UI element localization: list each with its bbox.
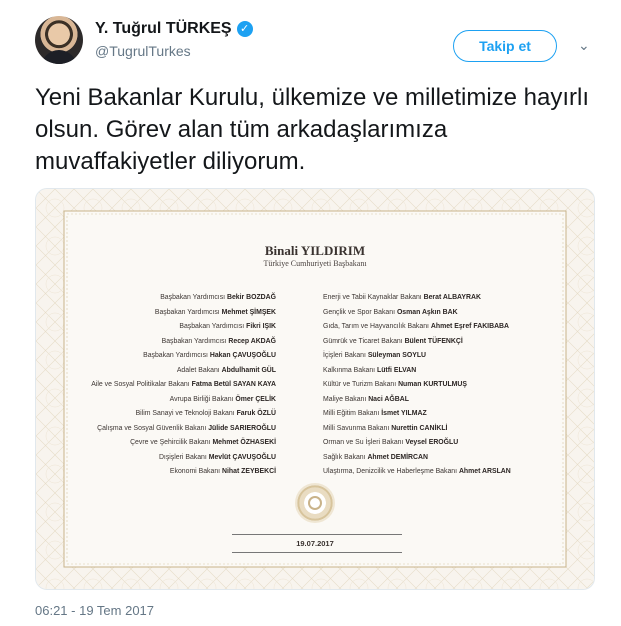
profile-name-row[interactable]: Y. Tuğrul TÜRKEŞ ✓: [95, 20, 253, 38]
minister-row: Adalet Bakanı Abdulhamit GÜL: [176, 366, 276, 374]
minister-row: Gıda, Tarım ve Hayvancılık Bakanı Ahmet …: [323, 323, 509, 330]
minister-row: İçişleri Bakanı Süleyman SOYLU: [323, 352, 427, 359]
certificate-title: Binali YILDIRIM: [264, 243, 366, 258]
minister-row: Gümrük ve Ticaret Bakanı Bülent TÜFENKÇİ: [323, 337, 463, 345]
profile-avatar[interactable]: [35, 16, 83, 64]
minister-row: Başbakan Yardımcısı Recep AKDAĞ: [161, 337, 276, 345]
signature-line: [232, 534, 402, 535]
avatar-suit: [41, 50, 77, 64]
minister-row: Çalışma ve Sosyal Güvenlik Bakanı Jülide…: [97, 424, 276, 432]
minister-row: Avrupa Birliği Bakanı Ömer ÇELİK: [169, 395, 276, 403]
tweet-image-card[interactable]: Binali YILDIRIM Türkiye Cumhuriyeti Başb…: [35, 188, 595, 590]
minister-row: Enerji ve Tabii Kaynaklar Bakanı Berat A…: [323, 294, 481, 301]
minister-row: Milli Savunma Bakanı Nurettin CANİKLİ: [323, 424, 448, 432]
signature-line: [232, 552, 402, 553]
minister-row: Orman ve Su İşleri Bakanı Veysel EROĞLU: [323, 439, 459, 446]
minister-row: Milli Eğitim Bakanı İsmet YILMAZ: [323, 410, 427, 417]
minister-list-right: Enerji ve Tabii Kaynaklar Bakanı Berat A…: [323, 291, 511, 480]
minister-row: Aile ve Sosyal Politikalar Bakanı Fatma …: [91, 381, 276, 388]
minister-list-left: Başbakan Yardımcısı Bekir BOZDAĞ Başbaka…: [91, 291, 276, 480]
minister-row: Kalkınma Bakanı Lütfi ELVAN: [323, 366, 417, 374]
minister-row: Ekonomi Bakanı Nihat ZEYBEKCİ: [169, 468, 276, 475]
profile-name[interactable]: Y. Tuğrul TÜRKEŞ: [95, 20, 232, 38]
minister-row: Başbakan Yardımcısı Fikri IŞIK: [179, 323, 276, 330]
profile-handle[interactable]: @TugrulTurkes: [95, 43, 191, 59]
minister-row: Çevre ve Şehircilik Bakanı Mehmet ÖZHASE…: [130, 439, 276, 446]
certificate-date: 19.07.2017: [296, 539, 334, 548]
minister-row: Bilim Sanayi ve Teknoloji Bakanı Faruk Ö…: [135, 410, 276, 417]
verified-badge-icon: ✓: [236, 21, 253, 37]
seal-crescent-icon: [308, 496, 322, 510]
minister-row: Maliye Bakanı Naci AĞBAL: [323, 395, 409, 403]
minister-row: Başbakan Yardımcısı Mehmet ŞİMŞEK: [154, 308, 276, 316]
state-seal-emblem: [295, 483, 335, 523]
tweet-timestamp[interactable]: 06:21 - 19 Tem 2017: [35, 603, 154, 618]
minister-row: Başbakan Yardımcısı Bekir BOZDAĞ: [160, 294, 276, 301]
minister-row: Sağlık Bakanı Ahmet DEMİRCAN: [323, 453, 428, 461]
minister-row: Başbakan Yardımcısı Hakan ÇAVUŞOĞLU: [143, 352, 276, 359]
chevron-down-icon[interactable]: ⌄: [578, 37, 590, 54]
tweet-text: Yeni Bakanlar Kurulu, ülkemize ve millet…: [35, 84, 590, 175]
minister-row: Ulaştırma, Denizcilik ve Haberleşme Baka…: [323, 468, 511, 475]
minister-row: Dışişleri Bakanı Mevlüt ÇAVUŞOĞLU: [158, 453, 276, 461]
minister-row: Gençlik ve Spor Bakanı Osman Aşkın BAK: [323, 308, 458, 316]
certificate-subtitle: Türkiye Cumhuriyeti Başbakanı: [263, 259, 367, 268]
follow-button[interactable]: Takip et: [453, 30, 557, 62]
minister-row: Kültür ve Turizm Bakanı Numan KURTULMUŞ: [323, 381, 467, 388]
